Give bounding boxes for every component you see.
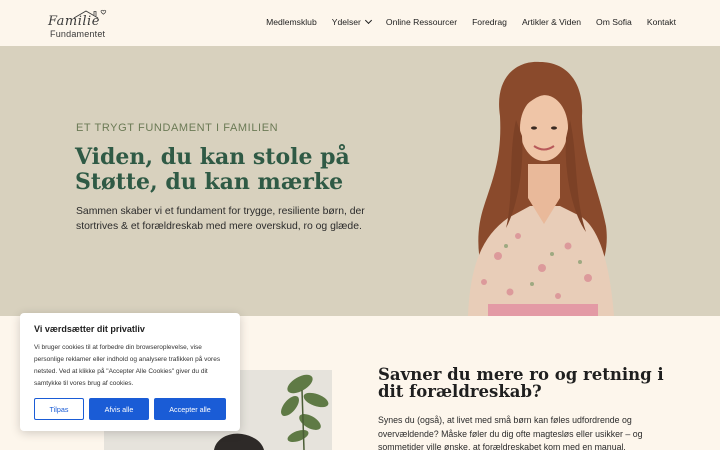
- nav-medlemsklub[interactable]: Medlemsklub: [266, 17, 317, 27]
- cookie-customize-button[interactable]: Tilpas: [34, 398, 84, 420]
- nav-foredrag[interactable]: Foredrag: [472, 17, 507, 27]
- hero-section: ET TRYGT FUNDAMENT I FAMILIEN Viden, du …: [0, 46, 720, 316]
- logo-subtitle: Fundamentet: [50, 29, 106, 39]
- nav-kontakt[interactable]: Kontakt: [647, 17, 676, 27]
- cookie-reject-all-button[interactable]: Afvis alle: [89, 398, 149, 420]
- hero-title-line1: Viden, du kan stole på: [75, 144, 350, 170]
- cookie-description: Vi bruger cookies til at forbedre din br…: [34, 344, 221, 387]
- portrait-photo: [468, 61, 614, 316]
- hero-eyebrow: ET TRYGT FUNDAMENT I FAMILIEN: [76, 122, 279, 134]
- hero-title-line2: Støtte, du kan mærke: [75, 169, 344, 195]
- nav-ydelser[interactable]: Ydelser: [331, 16, 372, 27]
- hero-title: Viden, du kan stole på Støtte, du kan mæ…: [75, 145, 350, 195]
- logo-wordmark: Familie: [48, 14, 100, 29]
- cookie-consent-dialog: Vi værdsætter dit privatliv Vi bruger co…: [20, 313, 240, 431]
- main-nav: Medlemsklub Ydelser Online Ressourcer Fo…: [251, 16, 676, 27]
- cookie-title: Vi værdsætter dit privatliv: [34, 324, 145, 334]
- nav-ydelser-label: Ydelser: [331, 17, 361, 27]
- nav-artikler-viden[interactable]: Artikler & Viden: [522, 17, 581, 27]
- nav-om-sofia[interactable]: Om Sofia: [596, 17, 632, 27]
- hero-description: Sammen skaber vi et fundament for trygge…: [76, 206, 365, 232]
- section-body: Synes du (også), at livet med små børn k…: [378, 415, 643, 450]
- chevron-down-icon: [364, 16, 372, 25]
- nav-online-ressourcer[interactable]: Online Ressourcer: [386, 17, 457, 27]
- cookie-accept-all-button[interactable]: Accepter alle: [154, 398, 226, 420]
- section-title: Savner du mere ro og retning i dit foræl…: [378, 365, 664, 401]
- site-header: Familie Fundamentet Medlemsklub Ydelser …: [0, 0, 720, 46]
- site-logo[interactable]: Familie Fundamentet: [46, 8, 108, 40]
